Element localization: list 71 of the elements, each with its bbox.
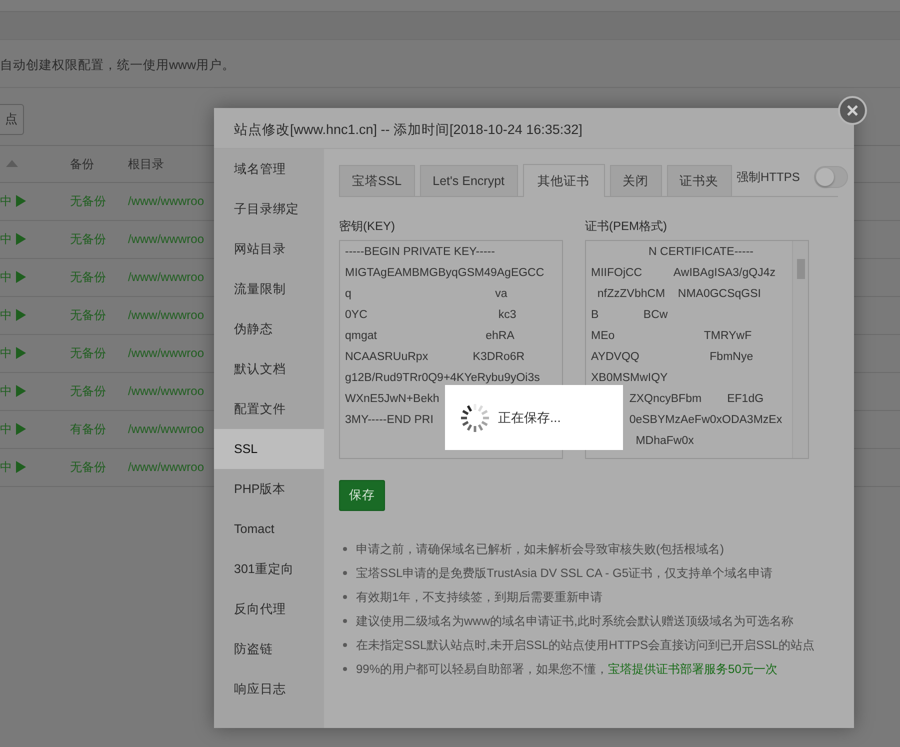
toggle-label: 强制HTTPS <box>736 169 800 186</box>
bullet-icon <box>343 570 347 575</box>
tab[interactable]: 其他证书 <box>522 164 605 197</box>
cert-label: 证书(PEM格式) <box>585 218 668 235</box>
key-label: 密钥(KEY) <box>339 218 396 235</box>
certificate-line: 0eSBYMzAeFw0xODA3MzEx <box>628 413 782 428</box>
key-line: qmgat ehRA <box>345 329 514 344</box>
status-text: 中 <box>0 459 12 476</box>
bullet-icon <box>343 546 347 551</box>
note-text: 有效期1年，不支持续签，到期后需要重新申请 <box>356 588 603 606</box>
key-line: NCAASRUuRpx K3DRo6R <box>345 350 525 365</box>
certificate-line: XB0MSMwIQY <box>591 371 668 386</box>
key-line: MIGTAgEAMBMGByqGSM49AgEGCC <box>345 266 544 281</box>
loading-text: 正在保存... <box>498 408 561 427</box>
certificate-textarea[interactable]: N CERTIFICATE----- MIIFOjCC AwIBAgISA3/gQJ4z nfZzZVbhCM NMA0GCSqGSI B BCw MEo TMRYwF AYDVQQ FbmNye XB0MSMwIQY ZXQncyBFbm EF1dG 0eSBYMzAeFw0xODA3MzEx MDhaFw0x <box>585 240 809 459</box>
bullet-icon <box>343 642 347 647</box>
sort-icon[interactable] <box>6 160 18 168</box>
note-text: 99%的用户都可以轻易自助部署，如果您不懂，宝塔提供证书部署服务50元一次 <box>356 660 778 678</box>
column-header: 备份 <box>70 156 94 171</box>
tab[interactable]: 关闭 <box>610 165 662 196</box>
certificate-line: MIIFOjCC AwIBAgISA3/gQJ4z <box>591 266 776 281</box>
play-icon[interactable] <box>16 309 26 322</box>
play-icon[interactable] <box>16 233 26 246</box>
note-text: 在未指定SSL默认站点时,未开启SSL的站点使用HTTPS会直接访问到已开启SSL的站点 <box>356 636 815 654</box>
note-text: 申请之前，请确保域名已解析，如未解析会导致审核失败(包括根域名) <box>356 540 724 558</box>
status-text: 中 <box>0 307 12 324</box>
key-line: q va <box>345 287 508 302</box>
status-text: 中 <box>0 421 12 438</box>
note-text: 建议使用二级域名为www的域名申请证书,此时系统会默认赠送顶级域名为可选名称 <box>356 612 794 630</box>
key-line: -----BEGIN PRIVATE KEY----- <box>345 245 495 260</box>
status-text: 中 <box>0 383 12 400</box>
tab[interactable]: Let's Encrypt <box>420 165 518 196</box>
status-text: 中 <box>0 193 12 210</box>
play-icon[interactable] <box>16 195 26 208</box>
play-icon[interactable] <box>16 271 26 284</box>
key-line: 3MY-----END PRI <box>345 413 434 428</box>
certificate-line: AYDVQQ FbmNye <box>591 350 754 365</box>
notice-text: 自动创建权限配置，统一使用www用户。 <box>0 58 236 72</box>
play-icon[interactable] <box>16 423 26 436</box>
play-icon[interactable] <box>16 385 26 398</box>
bullet-icon <box>343 666 347 671</box>
key-line: 0YC kc3 <box>345 308 516 323</box>
spinner-icon <box>460 402 490 432</box>
close-icon <box>846 104 859 117</box>
sidebar-item[interactable]: SSL <box>214 429 324 469</box>
tab[interactable]: 宝塔SSL <box>339 165 415 196</box>
certificate-line: MEo TMRYwF <box>591 329 752 344</box>
play-icon[interactable] <box>16 347 26 360</box>
certificate-line: N CERTIFICATE----- <box>648 245 754 260</box>
certificate-line: MDhaFw0x <box>634 434 694 449</box>
play-icon[interactable] <box>16 461 26 474</box>
site-button[interactable]: 点 <box>0 104 24 135</box>
status-text: 中 <box>0 345 12 362</box>
service-link[interactable]: 宝塔提供证书部署服务50元一次 <box>608 662 778 676</box>
bullet-icon <box>343 594 347 599</box>
certificate-line: ZXQncyBFbm EF1dG <box>628 392 764 407</box>
scrollbar[interactable] <box>792 241 808 458</box>
note-text: 宝塔SSL申请的是免费版TrustAsia DV SSL CA - G5证书，仅支持单个域名申请 <box>356 564 773 582</box>
status-text: 中 <box>0 269 12 286</box>
status-text: 中 <box>0 231 12 248</box>
key-line: WXnE5JwN+Bekh <box>345 392 440 407</box>
close-button[interactable] <box>838 96 867 125</box>
bullet-icon <box>343 618 347 623</box>
certificate-line: B BCw <box>591 308 668 323</box>
dialog-title: 站点修改[www.hnc1.cn] -- 添加时间[2018-10-24 16:35:32] <box>214 108 854 149</box>
tab[interactable]: 证书夹 <box>666 165 732 196</box>
key-line: g12B/Rud9TRr0Q9+4KYeRybu9yOi3s <box>345 371 540 386</box>
certificate-line: nfZzZVbhCM NMA0GCSqGSI <box>596 287 761 302</box>
column-header: 根目录 <box>128 156 164 171</box>
toggle-switch[interactable] <box>814 166 848 188</box>
save-button[interactable]: 保存 <box>339 480 385 511</box>
